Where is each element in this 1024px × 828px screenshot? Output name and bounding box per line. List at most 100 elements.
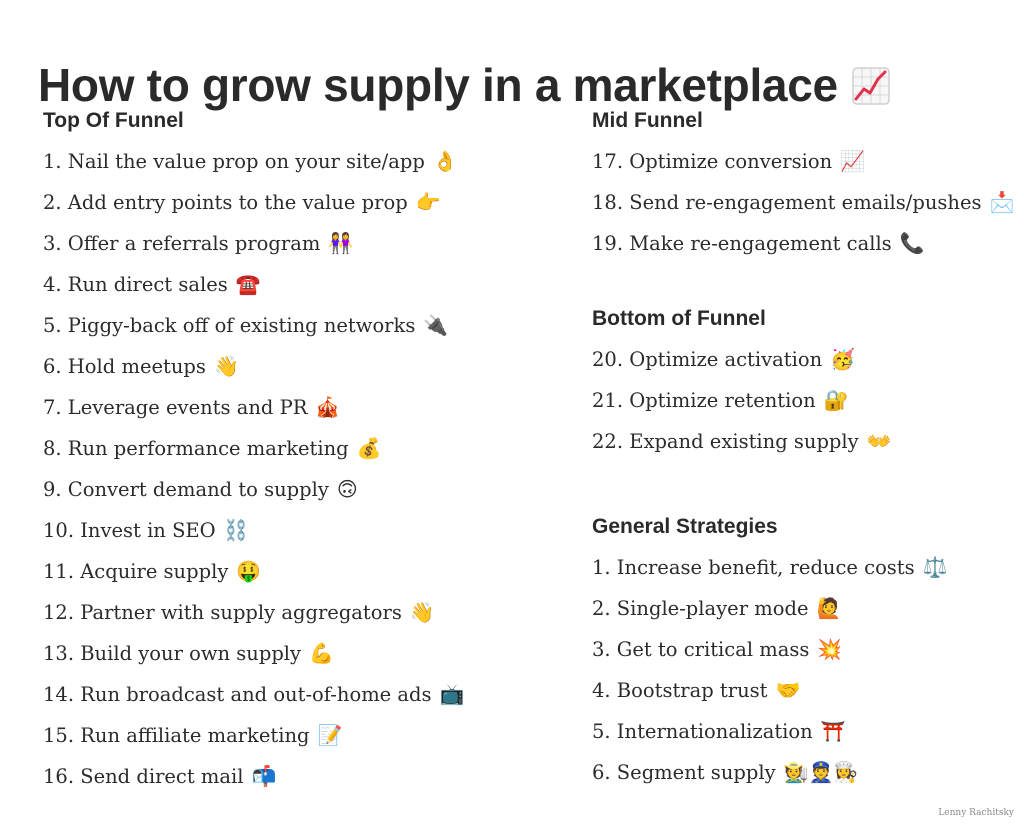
emoji-icon: 💰 — [356, 436, 382, 460]
list-item: 4. Bootstrap trust 🤝 — [592, 675, 1017, 705]
emoji-icon: 🔌 — [423, 313, 449, 337]
emoji-icon: 📝 — [317, 723, 343, 747]
emoji-icon: 🙃 — [336, 477, 358, 501]
right-column: Mid Funnel 17. Optimize conversion 📈 18. S… — [592, 106, 1017, 798]
chart-increasing-icon — [852, 67, 890, 105]
emoji-icon: 🤑 — [236, 559, 262, 583]
list-item-text: 1. Nail the value prop on your site/app — [43, 150, 425, 173]
mid-funnel-list: 17. Optimize conversion 📈 18. Send re-enga… — [592, 146, 1017, 258]
list-item-text: 21. Optimize retention — [592, 389, 816, 412]
mid-funnel-section: Mid Funnel 17. Optimize conversion 📈 18. S… — [592, 106, 1017, 304]
list-item-text: 4. Bootstrap trust — [592, 679, 768, 702]
emoji-icon: 👋 — [409, 600, 435, 624]
list-item-text: 6. Segment supply — [592, 761, 776, 784]
emoji-icon: 🔐 — [823, 388, 849, 412]
list-item-text: 2. Single-player mode — [592, 597, 809, 620]
list-item-text: 5. Internationalization — [592, 720, 813, 743]
emoji-icon: 🎪 — [315, 395, 341, 419]
emoji-icon: 💥 — [817, 637, 843, 661]
list-item: 17. Optimize conversion 📈 — [592, 146, 1017, 176]
list-item-text: 3. Get to critical mass — [592, 638, 810, 661]
list-item: 22. Expand existing supply 👐 — [592, 426, 1017, 456]
list-item-text: 16. Send direct mail — [43, 765, 244, 788]
emoji-icon: 🥳 — [830, 347, 856, 371]
list-item: 3. Offer a referrals program 👭 — [43, 228, 563, 258]
list-item: 16. Send direct mail 📬 — [43, 761, 563, 791]
list-item-text: 13. Build your own supply — [43, 642, 302, 665]
list-item-text: 9. Convert demand to supply — [43, 478, 329, 501]
mid-funnel-heading: Mid Funnel — [592, 109, 703, 132]
bottom-of-funnel-heading: Bottom of Funnel — [592, 307, 766, 330]
emoji-icon: ⚖️ — [922, 555, 948, 579]
emoji-icon: ⛓️ — [223, 518, 249, 542]
emoji-icon: 👭 — [328, 231, 354, 255]
author-credit: Lenny Rachitsky — [938, 808, 1014, 818]
emoji-icon: ⛩️ — [820, 719, 846, 743]
top-of-funnel-section: Top Of Funnel 1. Nail the value prop on … — [43, 106, 563, 791]
list-item: 2. Add entry points to the value prop 👉 — [43, 187, 563, 217]
list-item: 21. Optimize retention 🔐 — [592, 385, 1017, 415]
list-item: 11. Acquire supply 🤑 — [43, 556, 563, 586]
list-item: 18. Send re-engagement emails/pushes 📩 — [592, 187, 1017, 217]
left-column: Top Of Funnel 1. Nail the value prop on … — [43, 106, 563, 802]
list-item: 4. Run direct sales ☎️ — [43, 269, 563, 299]
list-item: 1. Increase benefit, reduce costs ⚖️ — [592, 552, 1017, 582]
list-item-text: 7. Leverage events and PR — [43, 396, 308, 419]
emoji-icon: 📺 — [439, 682, 465, 706]
list-item: 19. Make re-engagement calls 📞 — [592, 228, 1017, 258]
list-item-text: 19. Make re-engagement calls — [592, 232, 892, 255]
list-item: 6. Segment supply 🧑‍🌾👮👩‍🍳 — [592, 757, 1017, 787]
bottom-of-funnel-section: Bottom of Funnel 20. Optimize activation… — [592, 304, 1017, 512]
emoji-icon: ☎️ — [235, 272, 261, 296]
list-item-text: 2. Add entry points to the value prop — [43, 191, 408, 214]
emoji-icon: 👐 — [866, 429, 892, 453]
list-item-text: 12. Partner with supply aggregators — [43, 601, 402, 624]
list-item-text: 4. Run direct sales — [43, 273, 228, 296]
general-strategies-heading: General Strategies — [592, 515, 778, 538]
list-item-text: 10. Invest in SEO — [43, 519, 216, 542]
list-item: 1. Nail the value prop on your site/app 👌 — [43, 146, 563, 176]
list-item: 7. Leverage events and PR 🎪 — [43, 392, 563, 422]
list-item-text: 20. Optimize activation — [592, 348, 823, 371]
list-item: 10. Invest in SEO ⛓️ — [43, 515, 563, 545]
list-item: 5. Piggy-back off of existing networks 🔌 — [43, 310, 563, 340]
emoji-icon: 📬 — [251, 764, 277, 788]
list-item: 3. Get to critical mass 💥 — [592, 634, 1017, 664]
emoji-icon: 🧑‍🌾👮👩‍🍳 — [783, 760, 859, 784]
list-item: 13. Build your own supply 💪 — [43, 638, 563, 668]
list-item-text: 15. Run affiliate marketing — [43, 724, 310, 747]
list-item: 6. Hold meetups 👋 — [43, 351, 563, 381]
list-item: 2. Single-player mode 🙋 — [592, 593, 1017, 623]
list-item: 8. Run performance marketing 💰 — [43, 433, 563, 463]
list-item-text: 17. Optimize conversion — [592, 150, 833, 173]
emoji-icon: 🙋 — [816, 596, 842, 620]
list-item-text: 22. Expand existing supply — [592, 430, 859, 453]
top-of-funnel-list: 1. Nail the value prop on your site/app 👌… — [43, 146, 563, 791]
bottom-of-funnel-list: 20. Optimize activation 🥳 21. Optimize ret… — [592, 344, 1017, 456]
list-item-text: 8. Run performance marketing — [43, 437, 349, 460]
emoji-icon: 🤝 — [775, 678, 801, 702]
general-strategies-list: 1. Increase benefit, reduce costs ⚖️ 2. Si… — [592, 552, 1017, 787]
emoji-icon: 📈 — [840, 149, 866, 173]
emoji-icon: 👋 — [213, 354, 239, 378]
emoji-icon: 📩 — [989, 190, 1015, 214]
emoji-icon: 💪 — [309, 641, 334, 665]
list-item-text: 18. Send re-engagement emails/pushes — [592, 191, 982, 214]
list-item: 15. Run affiliate marketing 📝 — [43, 720, 563, 750]
general-strategies-section: General Strategies 1. Increase benefit, … — [592, 512, 1017, 787]
list-item-text: 1. Increase benefit, reduce costs — [592, 556, 915, 579]
list-item-text: 6. Hold meetups — [43, 355, 206, 378]
list-item-text: 5. Piggy-back off of existing networks — [43, 314, 416, 337]
emoji-icon: 📞 — [899, 231, 925, 255]
list-item-text: 11. Acquire supply — [43, 560, 229, 583]
list-item: 5. Internationalization ⛩️ — [592, 716, 1017, 746]
emoji-icon: 👉 — [415, 190, 441, 214]
page-title-text: How to grow supply in a marketplace — [38, 58, 838, 111]
list-item: 20. Optimize activation 🥳 — [592, 344, 1017, 374]
top-of-funnel-heading: Top Of Funnel — [43, 109, 184, 132]
list-item: 14. Run broadcast and out-of-home ads 📺 — [43, 679, 563, 709]
list-item-text: 14. Run broadcast and out-of-home ads — [43, 683, 432, 706]
list-item-text: 3. Offer a referrals program — [43, 232, 321, 255]
list-item: 12. Partner with supply aggregators 👋 — [43, 597, 563, 627]
emoji-icon: 👌 — [432, 149, 458, 173]
